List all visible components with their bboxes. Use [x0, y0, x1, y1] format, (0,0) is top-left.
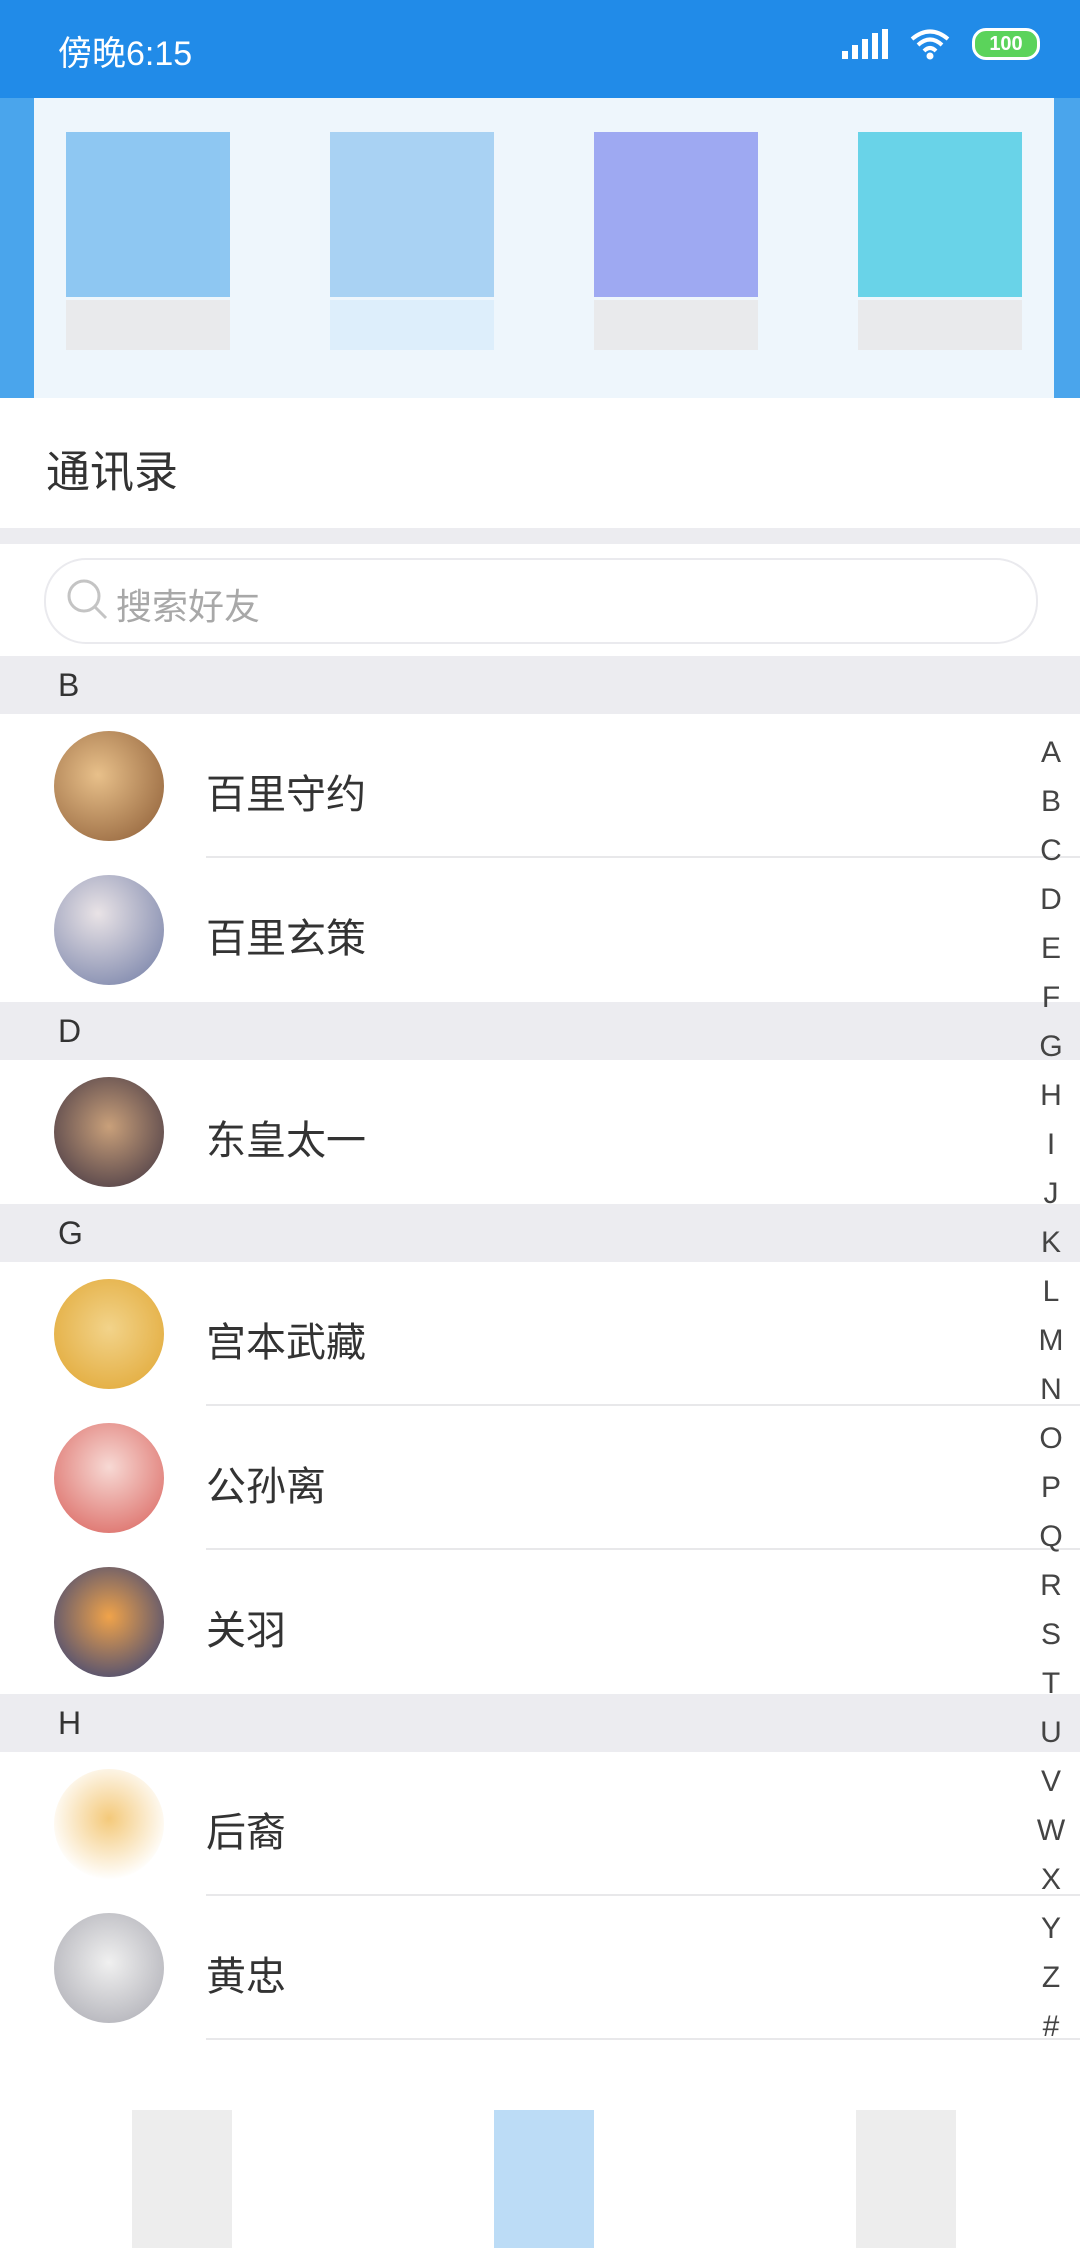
- index-letter[interactable]: O: [1026, 1414, 1076, 1463]
- index-letter[interactable]: B: [1026, 777, 1076, 826]
- list-item[interactable]: 东皇太一: [0, 1060, 1080, 1204]
- index-letter[interactable]: E: [1026, 924, 1076, 973]
- contact-name: 后裔: [206, 1810, 286, 1856]
- contact-name: 黄忠: [206, 1954, 286, 2000]
- nav-tab-3[interactable]: [856, 2110, 956, 2248]
- search-icon: [67, 579, 108, 620]
- contact-name: 百里守约: [206, 772, 366, 818]
- index-letter[interactable]: H: [1026, 1071, 1076, 1120]
- divider: [206, 2038, 1080, 2040]
- search-bar: 搜索好友: [0, 544, 1080, 656]
- signal-icon: [842, 29, 888, 59]
- shortcut-tile-2[interactable]: [330, 132, 494, 392]
- search-input[interactable]: 搜索好友: [44, 558, 1038, 644]
- index-letter[interactable]: Z: [1026, 1953, 1076, 2002]
- group-header-h: H: [0, 1694, 1080, 1752]
- index-letter[interactable]: R: [1026, 1561, 1076, 1610]
- group-header-g: G: [0, 1204, 1080, 1262]
- list-item[interactable]: 黄忠: [0, 1896, 1080, 2040]
- shortcut-tile-4[interactable]: [858, 132, 1022, 392]
- index-letter[interactable]: C: [1026, 826, 1076, 875]
- index-letter[interactable]: G: [1026, 1022, 1076, 1071]
- index-letter[interactable]: S: [1026, 1610, 1076, 1659]
- contact-name: 公孙离: [206, 1464, 326, 1510]
- avatar: [54, 875, 164, 985]
- alphabet-index[interactable]: A B C D E F G H I J K L M N O P Q R S T U V W X Y Z #: [1026, 728, 1076, 2051]
- index-letter[interactable]: Q: [1026, 1512, 1076, 1561]
- group-header-d: D: [0, 1002, 1080, 1060]
- divider: [0, 528, 1080, 544]
- page-title: 通讯录: [46, 447, 178, 498]
- avatar: [54, 1077, 164, 1187]
- list-item[interactable]: 宫本武藏: [0, 1262, 1080, 1406]
- index-letter[interactable]: #: [1026, 2002, 1076, 2051]
- header-banner: [0, 98, 1080, 398]
- index-letter[interactable]: D: [1026, 875, 1076, 924]
- index-letter[interactable]: T: [1026, 1659, 1076, 1708]
- list-item[interactable]: 关羽: [0, 1550, 1080, 1694]
- index-letter[interactable]: V: [1026, 1757, 1076, 1806]
- avatar: [54, 1567, 164, 1677]
- shortcut-tile-3[interactable]: [594, 132, 758, 392]
- index-letter[interactable]: K: [1026, 1218, 1076, 1267]
- index-letter[interactable]: Y: [1026, 1904, 1076, 1953]
- index-letter[interactable]: L: [1026, 1267, 1076, 1316]
- avatar: [54, 1279, 164, 1389]
- contact-name: 百里玄策: [206, 916, 366, 962]
- index-letter[interactable]: U: [1026, 1708, 1076, 1757]
- index-letter[interactable]: J: [1026, 1169, 1076, 1218]
- avatar: [54, 1769, 164, 1879]
- index-letter[interactable]: I: [1026, 1120, 1076, 1169]
- avatar: [54, 1913, 164, 2023]
- list-item[interactable]: 百里玄策: [0, 858, 1080, 1002]
- status-bar: 傍晚6:15 100: [0, 0, 1080, 98]
- index-letter[interactable]: P: [1026, 1463, 1076, 1512]
- battery-icon: 100: [972, 28, 1040, 60]
- index-letter[interactable]: W: [1026, 1806, 1076, 1855]
- list-item[interactable]: 后裔: [0, 1752, 1080, 1896]
- wifi-icon: [910, 29, 950, 60]
- nav-tab-2[interactable]: [494, 2110, 594, 2248]
- list-item[interactable]: 公孙离: [0, 1406, 1080, 1550]
- contact-name: 关羽: [206, 1608, 286, 1654]
- index-letter[interactable]: A: [1026, 728, 1076, 777]
- search-placeholder: 搜索好友: [116, 587, 261, 628]
- contact-name: 东皇太一: [206, 1118, 366, 1164]
- shortcut-tile-1[interactable]: [66, 132, 230, 392]
- bottom-nav: [0, 2110, 1080, 2248]
- index-letter[interactable]: N: [1026, 1365, 1076, 1414]
- avatar: [54, 731, 164, 841]
- index-letter[interactable]: M: [1026, 1316, 1076, 1365]
- status-time: 傍晚6:15: [58, 35, 193, 73]
- avatar: [54, 1423, 164, 1533]
- contact-list: B 百里守约 百里玄策 D 东皇太一 G 宫本武藏 公孙离 关羽 H 后裔 黄忠: [0, 656, 1080, 2040]
- contacts-title-bar: 通讯录: [0, 398, 1080, 528]
- index-letter[interactable]: X: [1026, 1855, 1076, 1904]
- list-item[interactable]: 百里守约: [0, 714, 1080, 858]
- group-header-b: B: [0, 656, 1080, 714]
- nav-tab-1[interactable]: [132, 2110, 232, 2248]
- contact-name: 宫本武藏: [206, 1320, 366, 1366]
- index-letter[interactable]: F: [1026, 973, 1076, 1022]
- status-icons: 100: [842, 28, 1040, 60]
- shortcut-row: [34, 98, 1054, 398]
